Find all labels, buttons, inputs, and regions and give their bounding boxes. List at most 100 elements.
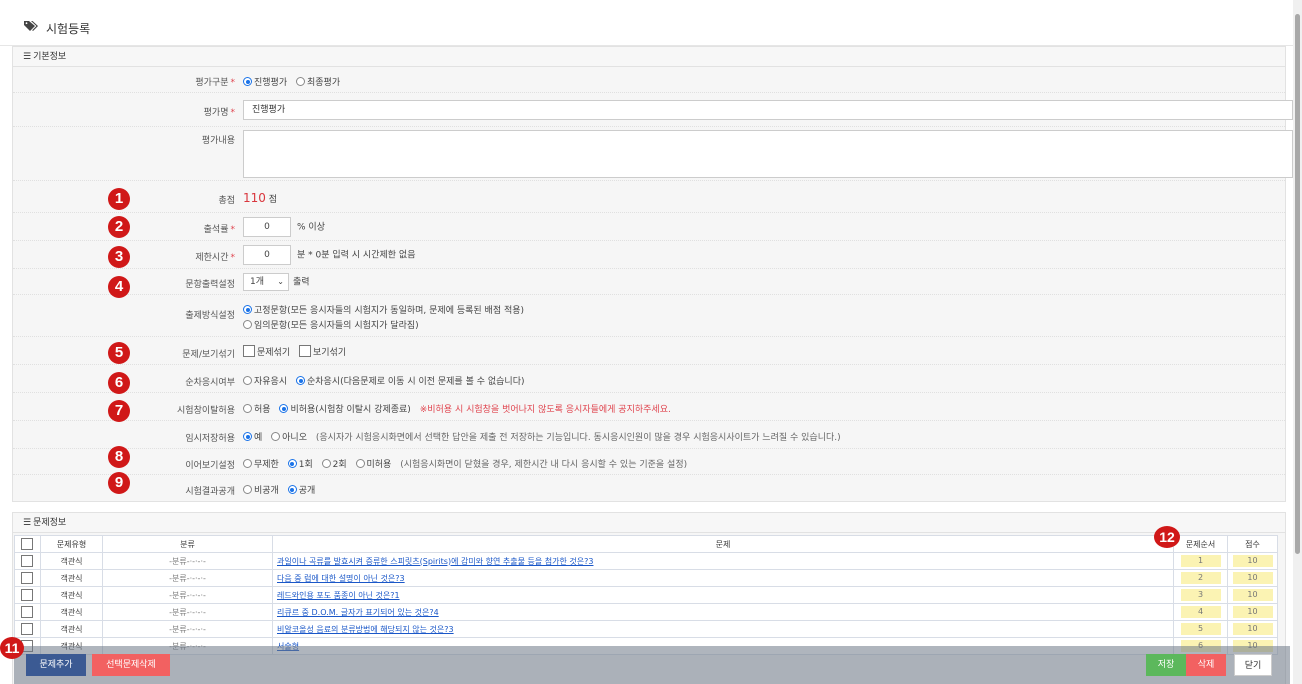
eval-name-input[interactable]: 진행평가 <box>243 100 1293 120</box>
page-header: 시험등록 <box>0 0 1302 46</box>
order-input[interactable]: 3 <box>1180 589 1221 601</box>
row-checkbox[interactable] <box>20 572 33 584</box>
table-row[interactable]: 객관식 -분류-·-·-·- 비알코올성 음료의 분류방법에 해당되지 않는 것은?… <box>14 620 1278 638</box>
sequential-options: 자유응시 순차응시(다음문제로 이동 시 이전 문제를 볼 수 없습니다) <box>243 374 531 387</box>
score-input[interactable]: 10 <box>1232 572 1273 584</box>
window-leave-option-allow[interactable]: 허용 <box>243 404 271 415</box>
close-button[interactable]: 닫기 <box>1234 654 1272 676</box>
sequential-option-ordered[interactable]: 순차응시(다음문제로 이동 시 이전 문제를 볼 수 없습니다) <box>296 376 525 387</box>
eval-type-option-final[interactable]: 최종평가 <box>296 77 340 88</box>
eval-type-option-progress[interactable]: 진행평가 <box>243 77 287 88</box>
row-type: 객관식 <box>40 603 103 621</box>
row-checkbox[interactable] <box>20 555 33 567</box>
temp-save-option-yes[interactable]: 예 <box>243 432 262 443</box>
row-question: 다음 중 럼에 대한 설명이 아닌 것은?3 <box>272 569 1174 587</box>
exam-method-option-fixed[interactable]: 고정문항(모든 응시자들의 시험지가 동일하며, 문제에 등록된 배점 적용) <box>243 303 524 316</box>
question-output-control: 1개 ⌄ 출력 <box>243 273 310 291</box>
row-category: -분류-·-·-·- <box>102 603 273 621</box>
row-resume: 이어보기설정 무제한 1회 2회 미허용 (시험응시화면이 닫혔을 경우, 제한… <box>13 449 1285 475</box>
question-output-select[interactable]: 1개 ⌄ <box>243 273 289 291</box>
row-type: 객관식 <box>40 552 103 570</box>
scrollbar-thumb[interactable] <box>1295 14 1300 554</box>
eval-name-label: 평가명 * <box>203 108 235 118</box>
row-checkbox[interactable] <box>20 623 33 635</box>
row-checkbox[interactable] <box>20 606 33 618</box>
eval-content-label: 평가내용 <box>201 136 235 146</box>
save-button[interactable]: 저장 <box>1146 654 1186 676</box>
window-leave-option-deny[interactable]: 비허용(시험창 이탈시 강제종료) <box>279 404 411 415</box>
score-input[interactable]: 10 <box>1232 589 1273 601</box>
score-input[interactable]: 10 <box>1232 606 1273 618</box>
table-row[interactable]: 객관식 -분류-·-·-·- 다음 중 럼에 대한 설명이 아닌 것은?3 2 10 <box>14 569 1278 587</box>
radio-unchecked-icon <box>243 404 252 413</box>
row-question: 비알코올성 음료의 분류방법에 해당되지 않는 것은?3 <box>272 620 1174 638</box>
question-link[interactable]: 레드와인용 포도 품종이 아닌 것은?1 <box>277 591 400 600</box>
resume-option-once[interactable]: 1회 <box>287 459 313 470</box>
annotation-badge: 7 <box>108 400 130 422</box>
exam-method-option-random[interactable]: 임의문항(모든 응시자들의 시험지가 달라짐) <box>243 318 419 331</box>
table-row[interactable]: 객관식 -분류-·-·-·- 리큐르 중 D.O.M. 글자가 표기되어 있는 것은… <box>14 603 1278 621</box>
delete-button[interactable]: 삭제 <box>1186 654 1226 676</box>
select-all-checkbox[interactable] <box>20 538 33 550</box>
row-result-public: 시험결과공개 비공개 공개 <box>13 475 1285 501</box>
row-score: 10 <box>1227 620 1278 638</box>
question-link[interactable]: 다음 중 럼에 대한 설명이 아닌 것은?3 <box>277 574 405 583</box>
eval-type-label: 평가구분 * <box>195 78 235 88</box>
row-question: 과일이나 곡류를 발효시켜 증류한 스피릿츠(Spirits)에 감미와 향연 … <box>272 552 1174 570</box>
row-eval-content: 평가내용 <box>13 127 1293 181</box>
page-scrollbar[interactable] <box>1293 0 1302 684</box>
question-link[interactable]: 과일이나 곡류를 발효시켜 증류한 스피릿츠(Spirits)에 감미와 향연 … <box>277 557 593 566</box>
question-link[interactable]: 리큐르 중 D.O.M. 글자가 표기되어 있는 것은?4 <box>277 608 439 617</box>
row-select-cell <box>14 603 41 621</box>
table-row[interactable]: 객관식 -분류-·-·-·- 과일이나 곡류를 발효시켜 증류한 스피릿츠(Spir… <box>14 552 1278 570</box>
order-input[interactable]: 5 <box>1180 623 1221 635</box>
col-type: 문제유형 <box>40 535 103 553</box>
radio-checked-icon <box>243 432 252 441</box>
score-input[interactable]: 10 <box>1232 623 1273 635</box>
result-public-option-private[interactable]: 비공개 <box>243 485 279 496</box>
radio-checked-icon <box>279 404 289 413</box>
temp-save-options: 예 아니오 (응시자가 시험응시화면에서 선택한 답안을 제출 전 저장하는 기… <box>243 430 841 443</box>
eval-type-options: 진행평가 최종평가 <box>243 75 346 88</box>
order-input[interactable]: 1 <box>1180 555 1221 567</box>
shuffle-questions-checkbox[interactable]: 문제섞기 <box>243 345 290 358</box>
delete-selected-questions-button[interactable]: 선택문제삭제 <box>92 654 170 676</box>
sequential-option-free[interactable]: 자유응시 <box>243 376 287 387</box>
radio-checked-icon <box>243 77 252 86</box>
annotation-badge: 1 <box>108 188 130 210</box>
eval-content-textarea[interactable] <box>243 130 1293 178</box>
col-score: 점수 <box>1227 535 1278 553</box>
temp-save-label: 임시저장허용 <box>185 434 235 444</box>
row-order: 1 <box>1173 552 1228 570</box>
col-category: 분류 <box>102 535 273 553</box>
result-public-option-public[interactable]: 공개 <box>287 485 315 496</box>
exam-method-label: 출제방식설정 <box>185 311 235 321</box>
result-public-options: 비공개 공개 <box>243 483 321 496</box>
question-link[interactable]: 비알코올성 음료의 분류방법에 해당되지 않는 것은?3 <box>277 625 454 634</box>
row-checkbox[interactable] <box>20 589 33 601</box>
shuffle-choices-checkbox[interactable]: 보기섞기 <box>299 345 346 358</box>
resume-option-twice[interactable]: 2회 <box>321 459 347 470</box>
row-eval-type: 평가구분 * 진행평가 최종평가 <box>13 67 1285 93</box>
shuffle-options: 문제섞기 보기섞기 <box>243 345 352 358</box>
basic-info-title: 기본정보 <box>33 52 67 62</box>
add-question-button[interactable]: 문제추가 <box>26 654 86 676</box>
score-input[interactable]: 10 <box>1232 555 1273 567</box>
order-input[interactable]: 4 <box>1180 606 1221 618</box>
list-icon: ☰ <box>23 52 32 62</box>
radio-unchecked-icon <box>243 459 252 468</box>
table-row[interactable]: 객관식 -분류-·-·-·- 레드와인용 포도 품종이 아닌 것은?1 3 10 <box>14 586 1278 604</box>
attendance-control: 0% 이상 <box>243 217 325 237</box>
row-question-output: 문항출력설정 1개 ⌄ 출력 <box>13 269 1285 295</box>
row-score: 10 <box>1227 603 1278 621</box>
resume-option-deny[interactable]: 미허용 <box>355 459 391 470</box>
row-attendance: 출석률 * 0% 이상 <box>13 213 1285 241</box>
annotation-badge: 6 <box>108 372 130 394</box>
order-input[interactable]: 2 <box>1180 572 1221 584</box>
resume-option-unlimited[interactable]: 무제한 <box>243 459 279 470</box>
row-type: 객관식 <box>40 586 103 604</box>
time-limit-input[interactable]: 0 <box>243 245 291 265</box>
attendance-input[interactable]: 0 <box>243 217 291 237</box>
row-category: -분류-·-·-·- <box>102 620 273 638</box>
temp-save-option-no[interactable]: 아니오 <box>271 432 307 443</box>
